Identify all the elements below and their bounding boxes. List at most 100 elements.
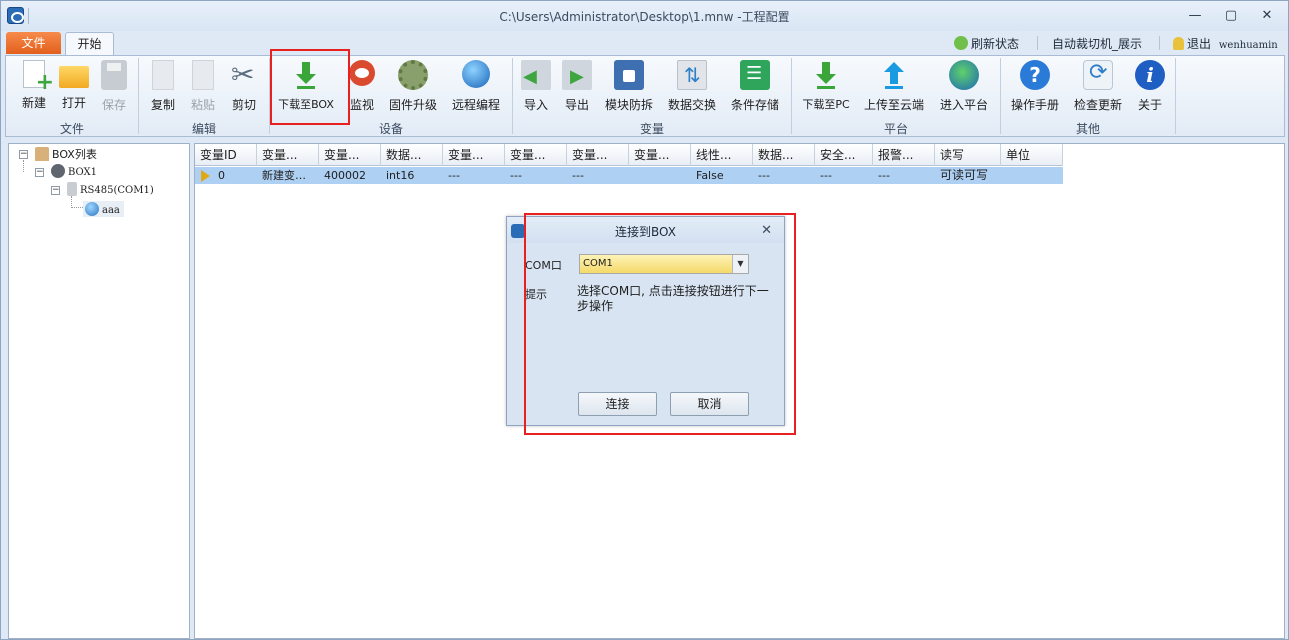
logout-button[interactable]: 退出 wenhuamin: [1173, 35, 1278, 52]
cancel-button[interactable]: 取消: [670, 392, 749, 416]
table-row[interactable]: 0 新建变… 400002 int16 --- --- --- False --…: [195, 167, 1063, 184]
new-button[interactable]: 新建: [14, 58, 54, 116]
table-cell[interactable]: False: [691, 167, 753, 184]
project-name[interactable]: 自动裁切机_展示: [1052, 35, 1142, 52]
ribbon-tab-row: 文件 开始 刷新状态 自动裁切机_展示 退出 wenhuamin: [1, 31, 1288, 55]
check-update-button[interactable]: 检查更新: [1071, 58, 1125, 116]
enter-platform-label: 进入平台: [939, 98, 988, 112]
about-button[interactable]: i 关于: [1132, 58, 1168, 116]
table-cell[interactable]: 新建变…: [257, 167, 319, 184]
save-button[interactable]: 保存: [94, 58, 134, 116]
column-header[interactable]: 单位: [1001, 144, 1063, 166]
import-button[interactable]: 导入: [518, 58, 554, 116]
tab-start[interactable]: 开始: [65, 32, 114, 55]
main-window: C:\Users\Administrator\Desktop\1.mnw -工程…: [0, 0, 1289, 640]
table-cell[interactable]: 400002: [319, 167, 381, 184]
column-header[interactable]: 变量...: [505, 144, 567, 166]
download-to-pc-label: 下载至PC: [802, 98, 850, 111]
maximize-button[interactable]: ▢: [1221, 8, 1241, 24]
table-cell[interactable]: ---: [753, 167, 815, 184]
cut-button[interactable]: 剪切: [224, 58, 264, 116]
table-cell[interactable]: 可读可写: [935, 167, 1001, 184]
tree-collapse-toggle[interactable]: −: [19, 150, 28, 159]
port-icon: [67, 182, 77, 196]
manual-button[interactable]: ? 操作手册: [1008, 58, 1062, 116]
table-cell[interactable]: ---: [443, 167, 505, 184]
tree-node-aaa[interactable]: aaa: [83, 201, 124, 217]
column-header[interactable]: 报警...: [873, 144, 935, 166]
com-port-select[interactable]: COM1 ▼: [579, 254, 749, 274]
table-cell[interactable]: ---: [567, 167, 629, 184]
chevron-down-icon[interactable]: ▼: [732, 255, 748, 273]
table-cell[interactable]: [629, 167, 691, 184]
tree-node-box-list[interactable]: BOX列表: [35, 146, 97, 162]
new-label: 新建: [21, 96, 46, 110]
save-label: 保存: [101, 98, 126, 112]
column-header[interactable]: 变量...: [319, 144, 381, 166]
refresh-status-label: 刷新状态: [971, 37, 1020, 51]
connect-button[interactable]: 连接: [578, 392, 657, 416]
group-separator: [1175, 58, 1176, 134]
copy-icon: [152, 60, 174, 90]
export-button[interactable]: 导出: [559, 58, 595, 116]
close-button[interactable]: ✕: [1257, 8, 1277, 24]
refresh-icon: [954, 36, 968, 50]
table-cell[interactable]: ---: [505, 167, 567, 184]
check-update-label: 检查更新: [1073, 98, 1122, 112]
refresh-status-button[interactable]: 刷新状态: [954, 35, 1019, 52]
column-header[interactable]: 变量...: [443, 144, 505, 166]
copy-button[interactable]: 复制: [144, 58, 182, 116]
column-header[interactable]: 安全...: [815, 144, 873, 166]
home-icon: [35, 147, 49, 161]
column-header[interactable]: 线性...: [691, 144, 753, 166]
tree-collapse-toggle[interactable]: −: [35, 168, 44, 177]
group-label-other: 其他: [1075, 122, 1100, 136]
firmware-upgrade-button[interactable]: 固件升级: [386, 58, 440, 116]
table-cell[interactable]: ---: [873, 167, 935, 184]
tree-node-rs485[interactable]: RS485(COM1): [67, 182, 154, 196]
table-cell[interactable]: 0: [213, 167, 257, 184]
logout-label: 退出: [1187, 37, 1212, 51]
column-header[interactable]: 变量...: [567, 144, 629, 166]
column-header[interactable]: 变量...: [257, 144, 319, 166]
tabbar-separator: [1037, 36, 1038, 50]
open-label: 打开: [61, 96, 86, 110]
table-cell[interactable]: int16: [381, 167, 443, 184]
open-button[interactable]: 打开: [54, 58, 94, 116]
table-cell[interactable]: ---: [815, 167, 873, 184]
paste-button[interactable]: 粘贴: [184, 58, 222, 116]
monitor-button[interactable]: 监视: [344, 58, 380, 116]
tab-file[interactable]: 文件: [6, 32, 61, 54]
ribbon: 新建 打开 保存 文件 复制 粘贴 剪切 编辑 下载至BOX: [5, 55, 1285, 137]
group-label-file: 文件: [59, 122, 84, 136]
hint-text: 选择COM口, 点击连接按钮进行下一步操作: [577, 284, 769, 313]
column-header[interactable]: 数据...: [753, 144, 815, 166]
remote-programming-button[interactable]: 远程编程: [448, 58, 504, 116]
tree-collapse-toggle[interactable]: −: [51, 186, 60, 195]
enter-platform-button[interactable]: 进入平台: [936, 58, 992, 116]
download-to-pc-button[interactable]: 下载至PC: [798, 58, 854, 116]
row-pointer-icon: [201, 170, 210, 182]
folder-open-icon: [59, 66, 89, 88]
tree-node-box1[interactable]: BOX1: [51, 164, 97, 178]
export-icon: [562, 60, 592, 90]
condition-store-button[interactable]: 条件存储: [728, 58, 782, 116]
condition-store-label: 条件存储: [730, 98, 779, 112]
world-map-icon: [949, 60, 979, 90]
upload-cloud-button[interactable]: 上传至云端: [862, 58, 926, 116]
manual-label: 操作手册: [1010, 98, 1059, 112]
column-header[interactable]: 读写: [935, 144, 1001, 166]
download-to-box-button[interactable]: 下载至BOX: [274, 58, 338, 116]
table-cell[interactable]: [1001, 167, 1063, 184]
column-header[interactable]: 变量ID: [195, 144, 257, 166]
column-header[interactable]: 变量...: [629, 144, 691, 166]
help-icon: ?: [1020, 60, 1050, 90]
info-icon: i: [1135, 60, 1165, 90]
module-guard-button[interactable]: 模块防拆: [602, 58, 656, 116]
paste-icon: [192, 60, 214, 90]
minimize-button[interactable]: —: [1185, 8, 1205, 24]
gear-icon: [398, 60, 428, 90]
column-header[interactable]: 数据...: [381, 144, 443, 166]
dialog-close-icon[interactable]: ✕: [761, 223, 772, 238]
data-exchange-button[interactable]: 数据交换: [665, 58, 719, 116]
